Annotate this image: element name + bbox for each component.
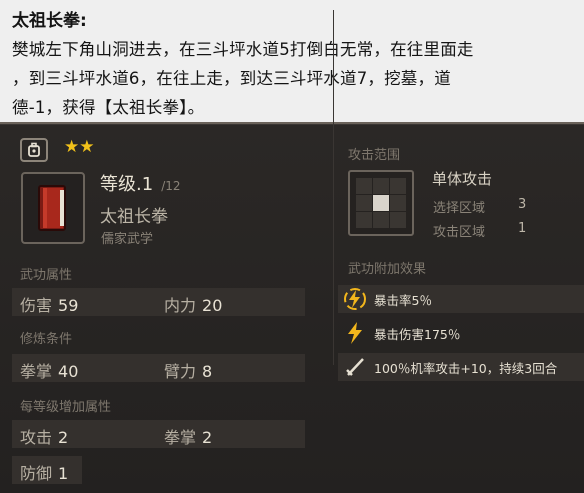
sword-icon xyxy=(342,354,368,380)
skill-school: 儒家武学 xyxy=(101,232,154,247)
stat-value: 8 xyxy=(202,362,213,381)
per-level-label: 每等级增加属性 xyxy=(20,400,112,415)
effect-row: 100％机率攻击+10，持续3回合 xyxy=(338,353,584,381)
bag-icon xyxy=(28,142,40,157)
note-title: 太祖长拳: xyxy=(12,11,87,31)
per-level-defense: 防御 1 xyxy=(20,460,68,484)
select-area-label: 选择区域 xyxy=(433,201,486,216)
stat-value: 59 xyxy=(58,296,79,315)
bag-button[interactable] xyxy=(20,138,48,162)
attributes-label: 武功属性 xyxy=(20,268,73,283)
stat-key: 拳掌 xyxy=(164,428,197,447)
skill-level: 等级.1 xyxy=(100,174,154,195)
range-type: 单体攻击 xyxy=(432,170,493,188)
note-line: 樊城左下角山洞进去，在三斗坪水道5打倒白无常，在往里面走 xyxy=(12,40,474,59)
skill-level-max: /12 xyxy=(161,179,181,193)
range-cell xyxy=(390,212,406,228)
range-cell xyxy=(356,178,372,194)
attack-area-label: 攻击区域 xyxy=(433,225,486,240)
range-cell-active xyxy=(373,195,389,211)
stat-value: 40 xyxy=(58,362,79,381)
requirements-label: 修炼条件 xyxy=(20,332,73,347)
stat-key: 防御 xyxy=(20,464,53,483)
lightning-circle-icon xyxy=(342,286,368,312)
stat-key: 攻击 xyxy=(20,428,53,447)
range-cell xyxy=(356,195,372,211)
lightning-icon xyxy=(342,320,368,346)
attack-range-grid xyxy=(348,170,414,236)
range-cell xyxy=(390,178,406,194)
skill-item-slot[interactable] xyxy=(21,172,85,244)
note-line: ，到三斗坪水道6，在往上走，到达三斗坪水道7，挖墓，道 xyxy=(12,69,451,88)
stat-value: 2 xyxy=(58,428,69,447)
range-label: 攻击范围 xyxy=(348,148,401,163)
select-area-value: 3 xyxy=(518,197,527,212)
effect-text: 暴击伤害175％ xyxy=(374,326,461,342)
red-book-icon xyxy=(38,185,66,231)
range-cell xyxy=(373,212,389,228)
effect-row: 暴击率5％ xyxy=(338,285,584,313)
effect-row: 暴击伤害175％ xyxy=(338,319,584,347)
stat-value: 20 xyxy=(202,296,223,315)
stat-value: 2 xyxy=(202,428,213,447)
attack-area-value: 1 xyxy=(518,221,527,236)
stat-damage: 伤害 59 xyxy=(20,292,78,316)
per-level-fist: 拳掌 2 xyxy=(164,424,212,448)
note-line: 德-1，获得【太祖长拳】。 xyxy=(12,98,205,117)
skill-stars: ★★ xyxy=(64,137,94,157)
range-cell xyxy=(356,212,372,228)
req-fist: 拳掌 40 xyxy=(20,358,78,382)
range-cell xyxy=(390,195,406,211)
range-cell xyxy=(373,178,389,194)
stat-key: 拳掌 xyxy=(20,362,53,381)
stat-key: 伤害 xyxy=(20,296,53,315)
skill-name: 太祖长拳 xyxy=(100,207,168,227)
star-rating: ★★ xyxy=(64,137,95,157)
stat-key: 内力 xyxy=(164,296,197,315)
note-body: 樊城左下角山洞进去，在三斗坪水道5打倒白无常，在往里面走 ，到三斗坪水道6，在往… xyxy=(12,35,574,122)
panel-divider xyxy=(333,10,334,365)
stat-key: 臂力 xyxy=(164,362,197,381)
effects-label: 武功附加效果 xyxy=(348,262,427,277)
stat-value: 1 xyxy=(58,464,69,483)
stat-inner-power: 内力 20 xyxy=(164,292,222,316)
per-level-attack: 攻击 2 xyxy=(20,424,68,448)
level-row: 等级.1 /12 xyxy=(100,170,181,196)
effect-text: 100％机率攻击+10，持续3回合 xyxy=(374,360,558,376)
walkthrough-note: 太祖长拳: 樊城左下角山洞进去，在三斗坪水道5打倒白无常，在往里面走 ，到三斗坪… xyxy=(0,0,584,124)
req-arm-strength: 臂力 8 xyxy=(164,358,212,382)
effect-text: 暴击率5％ xyxy=(374,292,432,308)
